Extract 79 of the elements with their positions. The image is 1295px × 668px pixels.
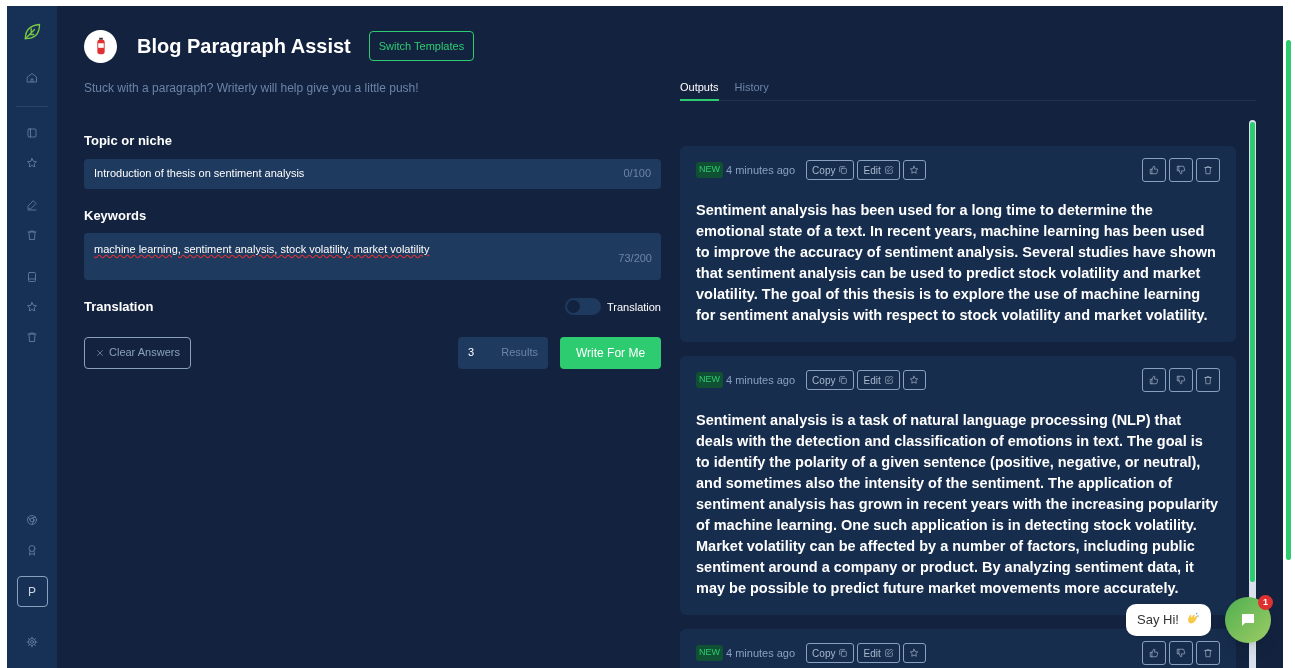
new-badge: NEW (696, 372, 723, 388)
star-icon (909, 165, 920, 175)
page-scrollbar[interactable] (1286, 40, 1291, 560)
favorite-button[interactable] (902, 643, 926, 663)
output-paragraph: Sentiment analysis is a task of natural language processing (NLP) that deals with the detection and classification of emotions in text. The goal is to identify the polarity of a given sentence (positive, negative, or neutral), and sometimes also the intensity of the sentiment. The application of sentiment analysis has grown in recent years with the increasing popularity of machine learning. One such application is in detecting stock volatility. Market volatility can be affected by a number of factors, including public sentiment around a company or product. By analyzing sentiment data, it may be possible to predict future market movements more accurately. (696, 411, 1220, 598)
copy-icon (838, 165, 849, 175)
field-label: Keywords (84, 206, 148, 225)
thumbs-up-button[interactable] (1142, 368, 1166, 392)
trash-icon (1203, 648, 1213, 658)
copy-button[interactable]: Copy (806, 643, 855, 663)
clear-answers-button[interactable]: Clear Answers (84, 336, 191, 369)
edit-button[interactable]: Edit (857, 160, 900, 180)
thumbs-down-icon (1176, 375, 1186, 385)
star-icon (909, 648, 920, 658)
favorite-button[interactable] (902, 370, 926, 390)
award-icon[interactable] (26, 544, 38, 556)
thumbs-up-icon (1149, 165, 1159, 175)
thumbs-up-button[interactable] (1142, 641, 1166, 665)
star-icon (909, 375, 920, 385)
trash-icon[interactable] (26, 229, 38, 241)
favorite-button[interactable] (902, 160, 926, 180)
toggle-label: Translation (607, 299, 661, 315)
thumbs-down-icon (1176, 648, 1186, 658)
close-icon (95, 347, 105, 358)
delete-button[interactable] (1196, 641, 1220, 665)
new-badge: NEW (696, 645, 723, 661)
extinguisher-avatar (84, 29, 117, 63)
say-hi-bubble[interactable]: Say Hi! (1126, 604, 1211, 636)
keywords-field[interactable]: machine learning, sentiment analysis, stock volatility, market volatility 73/200 (84, 233, 661, 280)
home-icon[interactable] (26, 72, 38, 84)
thumbs-up-icon (1149, 648, 1159, 658)
translation-toggle[interactable] (565, 298, 601, 316)
copy-icon (838, 375, 849, 385)
scrollbar[interactable] (1249, 120, 1256, 668)
profile-avatar[interactable]: P (16, 576, 48, 607)
edit-icon (883, 165, 894, 175)
field-label: Topic or niche (84, 132, 173, 150)
thumbs-down-button[interactable] (1169, 368, 1193, 392)
copy-button[interactable]: Copy (806, 160, 855, 180)
results-label: Results (501, 345, 538, 361)
subtitle: Stuck with a paragraph? Writerly will help give you a little push! (84, 80, 420, 97)
edit-icon (883, 375, 894, 385)
new-badge: NEW (696, 162, 723, 178)
timestamp: 4 minutes ago (726, 645, 796, 661)
char-counter: 0/100 (623, 166, 651, 182)
trash-icon[interactable] (26, 331, 38, 343)
thumbs-down-button[interactable] (1169, 158, 1193, 182)
section-label: Translation (84, 298, 154, 316)
thumbs-down-button[interactable] (1169, 641, 1193, 665)
edit-button[interactable]: Edit (857, 643, 900, 663)
edit-button[interactable]: Edit (857, 370, 900, 390)
delete-button[interactable] (1196, 368, 1220, 392)
sidebar-panel-icon[interactable] (26, 127, 38, 139)
timestamp: 4 minutes ago (726, 372, 796, 388)
trash-icon (1203, 165, 1213, 175)
output-paragraph: Sentiment analysis has been used for a long time to determine the emotional state of a text. In recent years, machine learning has been used to improve the accuracy of sentiment analysis. Several studies have shown that sentiment analysis can be used to predict stock volatility and market volatility. The goal of this thesis is to explore the use of machine learning for sentiment analysis with respect to stock volatility and market volatility. (696, 201, 1217, 325)
copy-button[interactable]: Copy (806, 370, 855, 390)
aperture-icon[interactable] (26, 514, 38, 526)
tab[interactable]: Outputs (680, 75, 719, 101)
char-counter: 73/200 (618, 251, 652, 266)
delete-button[interactable] (1196, 158, 1220, 182)
star-icon[interactable] (26, 157, 38, 169)
tab[interactable]: History (734, 75, 769, 101)
settings-icon[interactable] (26, 636, 38, 648)
page-title: Blog Paragraph Assist (137, 34, 351, 59)
results-count-field[interactable]: 3 Results (458, 336, 548, 369)
copy-icon (838, 648, 849, 658)
leaf-logo-icon[interactable] (22, 22, 42, 42)
edit-icon (883, 648, 894, 658)
trash-icon (1203, 375, 1213, 385)
timestamp: 4 minutes ago (726, 162, 796, 178)
thumbs-up-button[interactable] (1142, 158, 1166, 182)
book-icon[interactable] (26, 271, 38, 283)
switch-templates-button[interactable]: Switch Templates (368, 31, 475, 61)
thumbs-up-icon (1149, 375, 1159, 385)
pencil-icon[interactable] (26, 199, 38, 211)
topic-field[interactable]: Introduction of thesis on sentiment analysis 0/100 (84, 158, 661, 189)
thumbs-down-icon (1176, 165, 1186, 175)
star-icon[interactable] (26, 301, 38, 313)
